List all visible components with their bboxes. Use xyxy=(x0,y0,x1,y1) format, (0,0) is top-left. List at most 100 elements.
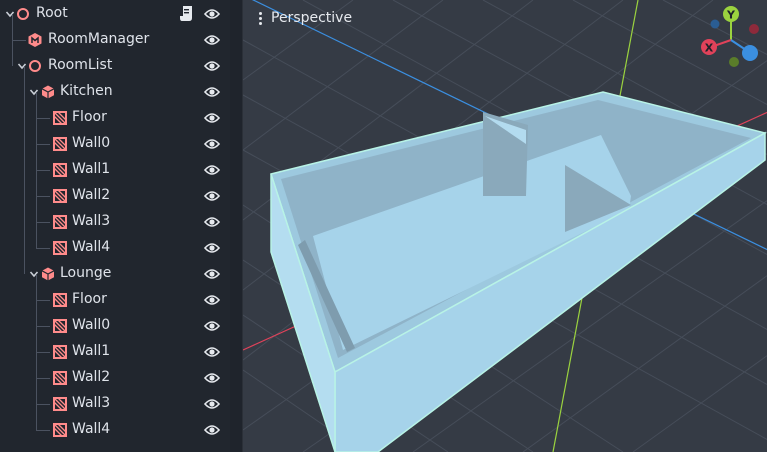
view-orientation-gizmo[interactable]: Y X xyxy=(698,2,767,74)
editor-window: Root RoomManager RoomList Kitchen Floor … xyxy=(0,0,767,452)
gizmo-z-handle[interactable] xyxy=(742,45,758,61)
visibility-eye-icon[interactable] xyxy=(204,397,220,411)
tree-guide-line xyxy=(36,352,50,353)
chevron-down-icon[interactable] xyxy=(29,87,39,97)
visibility-eye-icon[interactable] xyxy=(204,319,220,333)
tree-row-lounge[interactable]: Lounge xyxy=(0,79,230,287)
visibility-eye-icon[interactable] xyxy=(204,137,220,151)
geometry-icon xyxy=(53,163,67,177)
geometry-icon xyxy=(53,215,67,229)
tree-row-wall2[interactable]: Wall2 xyxy=(0,170,230,209)
geometry-icon xyxy=(53,137,67,151)
tree-row-wall4[interactable]: Wall4 xyxy=(0,404,230,443)
tree-guide-line xyxy=(36,222,50,223)
perspective-menu-button[interactable]: Perspective xyxy=(253,6,358,30)
tree-guide-line xyxy=(36,144,50,145)
tree-row-label: Wall3 xyxy=(72,213,111,229)
room-cube-icon xyxy=(41,267,55,281)
visibility-eye-icon[interactable] xyxy=(204,59,220,73)
script-icon[interactable] xyxy=(180,5,194,22)
tree-guide-line xyxy=(36,326,50,327)
visibility-eye-icon[interactable] xyxy=(204,241,220,255)
tree-row-floor[interactable]: Floor xyxy=(0,92,230,131)
visibility-eye-icon[interactable] xyxy=(204,371,220,385)
tree-row-label: Wall1 xyxy=(72,161,111,177)
tree-row-floor[interactable]: Floor xyxy=(0,274,230,313)
tree-row-roommanager[interactable]: RoomManager xyxy=(0,14,230,53)
gizmo-x-label: X xyxy=(705,42,714,55)
tree-row-label: Wall4 xyxy=(72,421,111,437)
room-mesh xyxy=(270,91,767,452)
node-circle-icon xyxy=(29,60,41,72)
gizmo-neg-y-handle[interactable] xyxy=(729,57,739,67)
visibility-eye-icon[interactable] xyxy=(204,163,220,177)
gizmo-neg-z-handle[interactable] xyxy=(710,19,720,29)
tree-row-root[interactable]: Root xyxy=(0,1,230,27)
tree-row-label: Root xyxy=(36,5,68,21)
chevron-down-icon[interactable] xyxy=(29,269,39,279)
tree-guide-line xyxy=(12,40,26,41)
viewport-scene xyxy=(243,0,767,452)
tree-guide-line xyxy=(36,248,50,249)
tree-guide-line xyxy=(36,118,50,119)
tree-guide-line xyxy=(36,326,37,352)
tree-row-label: Wall2 xyxy=(72,369,111,385)
tree-guide-line xyxy=(36,300,37,326)
scene-tree-panel: Root RoomManager RoomList Kitchen Floor … xyxy=(0,0,230,452)
perspective-label: Perspective xyxy=(271,10,353,26)
visibility-eye-icon[interactable] xyxy=(204,345,220,359)
tree-guide-line xyxy=(36,404,37,430)
tree-guide-line xyxy=(36,196,50,197)
visibility-eye-icon[interactable] xyxy=(204,267,220,281)
tree-row-label: Wall3 xyxy=(72,395,111,411)
tree-row-label: Wall2 xyxy=(72,187,111,203)
visibility-eye-icon[interactable] xyxy=(204,111,220,125)
visibility-eye-icon[interactable] xyxy=(204,189,220,203)
chevron-down-icon[interactable] xyxy=(5,9,15,19)
tree-row-label: RoomManager xyxy=(48,31,150,47)
tree-row-kitchen[interactable]: Kitchen xyxy=(0,66,230,105)
panel-splitter[interactable] xyxy=(230,0,242,452)
visibility-eye-icon[interactable] xyxy=(204,7,220,21)
tree-guide-line xyxy=(36,196,37,222)
tree-guide-line xyxy=(36,118,37,144)
geometry-icon xyxy=(53,371,67,385)
3d-viewport[interactable]: Perspective Y X xyxy=(242,0,767,452)
tree-guide-line xyxy=(12,14,13,40)
tree-guide-line xyxy=(36,430,50,431)
tree-row-wall2[interactable]: Wall2 xyxy=(0,352,230,391)
tree-row-wall3[interactable]: Wall3 xyxy=(0,196,230,235)
tree-guide-line xyxy=(36,222,37,248)
node-circle-icon xyxy=(17,8,29,20)
tree-row-label: Floor xyxy=(72,109,107,125)
tree-guide-line xyxy=(24,79,25,274)
visibility-eye-icon[interactable] xyxy=(204,215,220,229)
visibility-eye-icon[interactable] xyxy=(204,423,220,437)
tree-row-wall1[interactable]: Wall1 xyxy=(0,144,230,183)
geometry-icon xyxy=(53,189,67,203)
tree-guide-line xyxy=(36,352,37,378)
tree-row-wall1[interactable]: Wall1 xyxy=(0,326,230,365)
tree-row-label: Wall1 xyxy=(72,343,111,359)
tree-row-label: Wall0 xyxy=(72,317,111,333)
geometry-icon xyxy=(53,111,67,125)
tree-row-roomlist[interactable]: RoomList xyxy=(0,40,230,79)
tree-guide-line xyxy=(36,170,37,196)
tree-row-wall3[interactable]: Wall3 xyxy=(0,378,230,417)
geometry-icon xyxy=(53,345,67,359)
tree-row-wall0[interactable]: Wall0 xyxy=(0,300,230,339)
visibility-eye-icon[interactable] xyxy=(204,33,220,47)
tree-guide-line xyxy=(36,170,50,171)
visibility-eye-icon[interactable] xyxy=(204,85,220,99)
chevron-down-icon[interactable] xyxy=(17,61,27,71)
tree-row-wall0[interactable]: Wall0 xyxy=(0,118,230,157)
room-cube-icon xyxy=(41,85,55,99)
geometry-icon xyxy=(53,241,67,255)
tree-guide-line xyxy=(36,92,37,118)
tree-guide-line xyxy=(36,378,37,404)
visibility-eye-icon[interactable] xyxy=(204,293,220,307)
geometry-icon xyxy=(53,423,67,437)
tree-row-wall4[interactable]: Wall4 xyxy=(0,222,230,261)
gizmo-neg-x-handle[interactable] xyxy=(749,24,759,34)
tree-guide-line xyxy=(36,378,50,379)
